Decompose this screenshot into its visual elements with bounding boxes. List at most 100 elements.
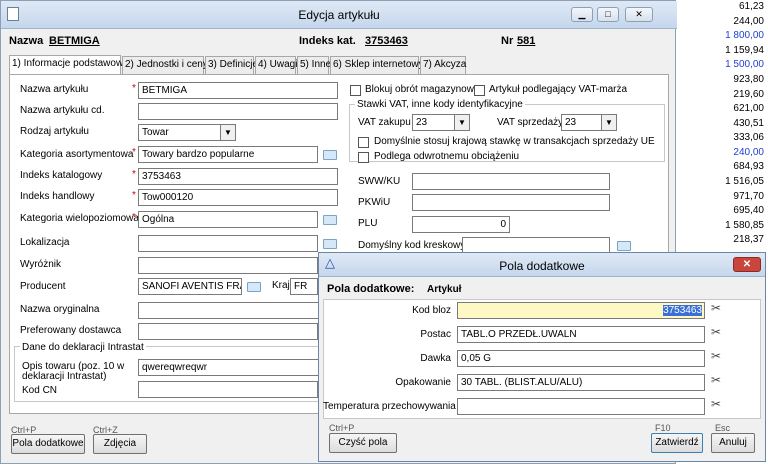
- field-label: Wyróżnik: [20, 259, 62, 270]
- tab-other[interactable]: 5) Inne: [297, 56, 331, 74]
- field-label: Kod bloz: [412, 305, 451, 316]
- required-mark: *: [132, 147, 136, 158]
- preferred-supplier-input[interactable]: [138, 323, 318, 340]
- article-name-cont-input[interactable]: [138, 103, 338, 120]
- field-label: Nazwa artykułu: [20, 84, 89, 95]
- multilevel-category-input[interactable]: Ogólna: [138, 211, 318, 228]
- dialog-titlebar[interactable]: △ Pola dodatkowe ✕: [319, 253, 765, 277]
- field-label: Rodzaj artykułu: [20, 126, 89, 137]
- bg-number: 240,00: [733, 147, 764, 158]
- catalog-index-input[interactable]: 3753463: [138, 168, 338, 185]
- shortcut-hint: F10: [655, 423, 671, 433]
- country-input[interactable]: FR: [290, 278, 318, 295]
- producer-input[interactable]: SANOFI AVENTIS FRAN: [138, 278, 242, 295]
- field-label: Dawka: [420, 353, 451, 364]
- name-value[interactable]: BETMIGA: [49, 35, 100, 47]
- cancel-button[interactable]: Anuluj: [711, 433, 755, 453]
- eu-rate-checkbox[interactable]: [358, 137, 369, 148]
- minimize-button[interactable]: ▁: [571, 7, 593, 22]
- bg-number: 1 516,05: [725, 176, 764, 187]
- intrastat-description-input[interactable]: qwereqwreqwr: [138, 359, 338, 376]
- location-input[interactable]: [138, 235, 318, 252]
- trade-index-input[interactable]: Tow000120: [138, 189, 338, 206]
- kod-bloz-input[interactable]: 3753463: [457, 302, 705, 319]
- bg-number: 621,00: [733, 103, 764, 114]
- checkbox-label: Podlega odwrotnemu obciążeniu: [374, 151, 520, 162]
- bg-number: 1 500,00: [725, 59, 764, 70]
- required-mark: *: [132, 190, 136, 201]
- scissors-icon[interactable]: ✂: [711, 349, 721, 363]
- intrastat-group-label: Dane do deklaracji Intrastat: [20, 342, 146, 353]
- field-label: Opis towaru (poz. 10 w deklaracji Intras…: [22, 361, 125, 382]
- field-label: Postac: [420, 329, 451, 340]
- scissors-icon[interactable]: ✂: [711, 325, 721, 339]
- checkbox-label: Blokuj obrót magazynowy: [365, 84, 479, 95]
- selected-text: 3753463: [663, 305, 702, 316]
- dawka-input[interactable]: 0,05 G: [457, 350, 705, 367]
- sales-vat-value: 23: [565, 117, 577, 128]
- tab-notes[interactable]: 4) Uwagi: [255, 56, 297, 74]
- folder-icon[interactable]: [323, 150, 337, 160]
- scissors-icon[interactable]: ✂: [711, 373, 721, 387]
- category-input[interactable]: Towary bardzo popularne: [138, 146, 318, 163]
- article-name-input[interactable]: BETMIGA: [138, 82, 338, 99]
- photos-button[interactable]: Zdjęcia: [93, 434, 147, 454]
- checkbox-label: Artykuł podlegający VAT-marża: [489, 84, 628, 95]
- temperature-input[interactable]: [457, 398, 705, 415]
- bg-number: 684,93: [733, 161, 764, 172]
- sww-input[interactable]: [412, 173, 610, 190]
- chevron-down-icon[interactable]: ▼: [454, 115, 469, 130]
- close-button[interactable]: ✕: [733, 257, 761, 272]
- postac-input[interactable]: TABL.O PRZEDŁ.UWALN: [457, 326, 705, 343]
- clear-fields-button[interactable]: Czyść pola: [329, 433, 397, 453]
- sales-vat-select[interactable]: 23 ▼: [561, 114, 617, 131]
- field-label: PKWiU: [358, 197, 391, 208]
- vat-margin-checkbox[interactable]: [474, 85, 485, 96]
- field-label: Temperatura przechowywania: [323, 401, 456, 412]
- folder-icon[interactable]: [323, 239, 337, 249]
- tab-definitions[interactable]: 3) Definicje: [205, 56, 258, 74]
- tab-excise[interactable]: 7) Akcyza: [420, 56, 466, 74]
- folder-icon[interactable]: [617, 241, 631, 251]
- bg-number: 971,70: [733, 191, 764, 202]
- tab-bar: 1) Informacje podstawowe 2) Jednostki i …: [9, 55, 669, 75]
- original-name-input[interactable]: [138, 302, 338, 319]
- scissors-icon[interactable]: ✂: [711, 301, 721, 315]
- article-header: Nazwa BETMIGA Indeks kat. 3753463 Nr 581: [9, 35, 669, 51]
- folder-icon[interactable]: [247, 282, 261, 292]
- tab-units-prices[interactable]: 2) Jednostki i ceny: [122, 56, 208, 74]
- chevron-down-icon[interactable]: ▼: [220, 125, 235, 140]
- index-value[interactable]: 3753463: [365, 35, 408, 47]
- cn-code-input[interactable]: [138, 381, 318, 398]
- opakowanie-input[interactable]: 30 TABL. (BLIST.ALU/ALU): [457, 374, 705, 391]
- extra-fields-button[interactable]: Pola dodatkowe: [11, 434, 85, 454]
- article-type-select[interactable]: Towar ▼: [138, 124, 236, 141]
- shortcut-hint: Esc: [715, 423, 731, 433]
- marker-input[interactable]: [138, 257, 318, 274]
- dialog-title: Pola dodatkowe: [499, 259, 585, 273]
- folder-icon[interactable]: [323, 215, 337, 225]
- bg-number: 1 800,00: [725, 30, 764, 41]
- tab-web-shop[interactable]: 6) Sklep internetowy: [330, 56, 424, 74]
- name-label: Nazwa: [9, 35, 44, 47]
- nr-value[interactable]: 581: [517, 35, 535, 47]
- required-mark: *: [132, 83, 136, 94]
- required-mark: *: [132, 212, 136, 223]
- window-titlebar[interactable]: Edycja artykułu ▁ □ ✕: [1, 1, 677, 29]
- bg-number: 218,37: [733, 234, 764, 245]
- block-stock-checkbox[interactable]: [350, 85, 361, 96]
- purchase-vat-select[interactable]: 23 ▼: [412, 114, 470, 131]
- tab-basic-info[interactable]: 1) Informacje podstawowe: [9, 55, 129, 75]
- field-label: Nazwa oryginalna: [20, 304, 100, 315]
- confirm-button[interactable]: Zatwierdź: [651, 433, 703, 453]
- field-label: VAT sprzedaży: [497, 117, 564, 128]
- plu-input[interactable]: 0: [412, 216, 510, 233]
- chevron-down-icon[interactable]: ▼: [601, 115, 616, 130]
- close-button[interactable]: ✕: [625, 7, 653, 22]
- pkwiu-input[interactable]: [412, 194, 610, 211]
- reverse-charge-checkbox[interactable]: [358, 152, 369, 163]
- maximize-button[interactable]: □: [597, 7, 619, 22]
- bg-number: 1 159,94: [725, 45, 764, 56]
- checkbox-label: Domyślnie stosuj krajową stawkę w transa…: [374, 136, 655, 147]
- scissors-icon[interactable]: ✂: [711, 397, 721, 411]
